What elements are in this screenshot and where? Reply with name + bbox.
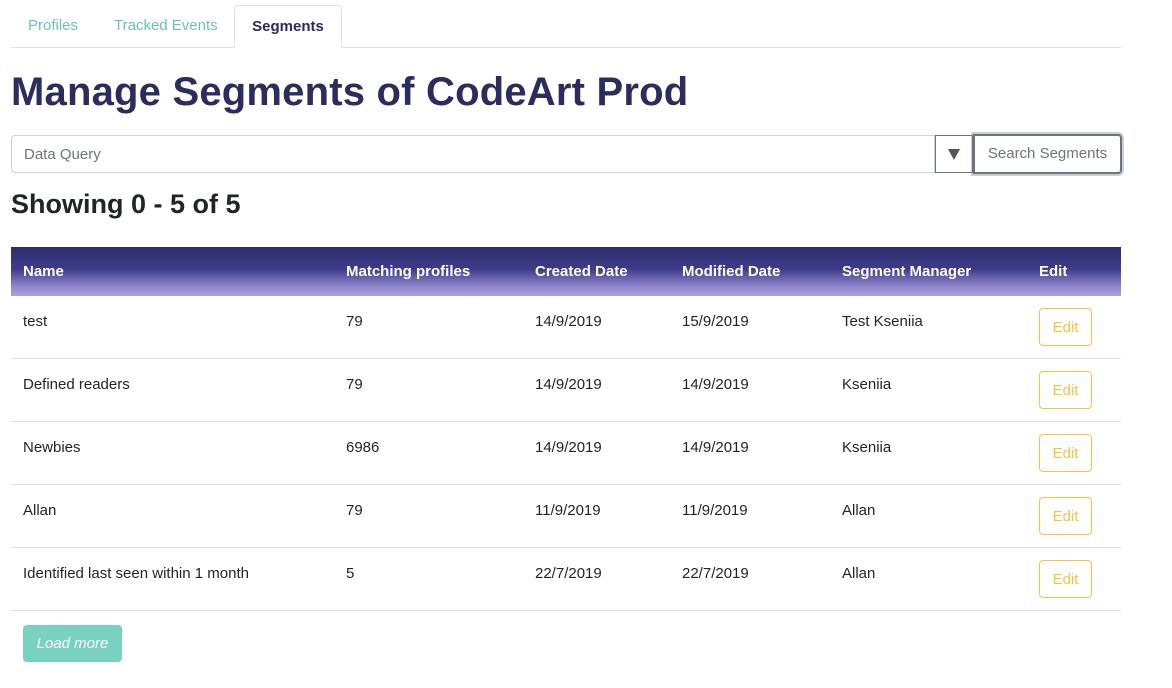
segment-manager: Kseniia bbox=[842, 376, 892, 393]
matching-profiles: 6986 bbox=[346, 439, 380, 456]
header-name[interactable]: Name bbox=[23, 247, 64, 296]
header-modified-date[interactable]: Modified Date bbox=[682, 247, 780, 296]
triangle-down-icon bbox=[948, 148, 960, 160]
header-matching-profiles[interactable]: Matching profiles bbox=[346, 247, 470, 296]
edit-button[interactable]: Edit bbox=[1039, 560, 1092, 598]
edit-button[interactable]: Edit bbox=[1039, 497, 1092, 535]
modified-date: 15/9/2019 bbox=[682, 313, 749, 330]
table-row: Defined readers 79 14/9/2019 14/9/2019 K… bbox=[11, 359, 1121, 422]
segments-table: Name Matching profiles Created Date Modi… bbox=[11, 247, 1121, 611]
created-date: 14/9/2019 bbox=[535, 313, 602, 330]
data-query-input[interactable] bbox=[11, 135, 935, 173]
segment-name: test bbox=[23, 313, 48, 330]
page-title: Manage Segments of CodeArt Prod bbox=[11, 70, 689, 114]
matching-profiles: 79 bbox=[346, 502, 363, 519]
modified-date: 22/7/2019 bbox=[682, 565, 749, 582]
segment-manager: Allan bbox=[842, 565, 876, 582]
created-date: 14/9/2019 bbox=[535, 439, 602, 456]
header-created-date[interactable]: Created Date bbox=[535, 247, 628, 296]
segment-name: Allan bbox=[23, 502, 57, 519]
matching-profiles: 79 bbox=[346, 376, 363, 393]
segment-name: Newbies bbox=[23, 439, 81, 456]
segment-manager: Allan bbox=[842, 502, 876, 519]
header-edit: Edit bbox=[1039, 263, 1068, 280]
modified-date: 14/9/2019 bbox=[682, 439, 749, 456]
segments-page: Profiles Tracked Events Segments Manage … bbox=[0, 0, 1172, 688]
created-date: 11/9/2019 bbox=[535, 502, 601, 519]
table-row: test 79 14/9/2019 15/9/2019 Test Kseniia… bbox=[11, 296, 1121, 359]
matching-profiles: 79 bbox=[346, 313, 363, 330]
table-row: Identified last seen within 1 month 5 22… bbox=[11, 548, 1121, 611]
query-dropdown-button[interactable] bbox=[935, 135, 973, 173]
tab-tracked-events[interactable]: Tracked Events bbox=[114, 5, 218, 46]
segment-manager: Test Kseniia bbox=[842, 313, 923, 330]
tab-profiles[interactable]: Profiles bbox=[28, 5, 78, 46]
segment-manager: Kseniia bbox=[842, 439, 892, 456]
modified-date: 14/9/2019 bbox=[682, 376, 749, 393]
edit-button[interactable]: Edit bbox=[1039, 434, 1092, 472]
segment-name: Identified last seen within 1 month bbox=[23, 565, 249, 582]
table-row: Newbies 6986 14/9/2019 14/9/2019 Kseniia… bbox=[11, 422, 1121, 485]
edit-button[interactable]: Edit bbox=[1039, 308, 1092, 346]
created-date: 22/7/2019 bbox=[535, 565, 602, 582]
modified-date: 11/9/2019 bbox=[682, 502, 748, 519]
table-header: Name Matching profiles Created Date Modi… bbox=[11, 247, 1121, 296]
query-bar: Search Segments bbox=[11, 134, 1122, 174]
edit-button[interactable]: Edit bbox=[1039, 371, 1092, 409]
table-row: Allan 79 11/9/2019 11/9/2019 Allan Edit bbox=[11, 485, 1121, 548]
results-count: Showing 0 - 5 of 5 bbox=[11, 189, 241, 219]
nav-tabs: Profiles Tracked Events Segments bbox=[11, 5, 1121, 48]
segment-name: Defined readers bbox=[23, 376, 130, 393]
load-more-button[interactable]: Load more bbox=[23, 625, 122, 662]
search-segments-button[interactable]: Search Segments bbox=[973, 134, 1122, 174]
header-segment-manager[interactable]: Segment Manager bbox=[842, 247, 971, 296]
tab-segments[interactable]: Segments bbox=[234, 5, 342, 48]
matching-profiles: 5 bbox=[346, 565, 355, 582]
created-date: 14/9/2019 bbox=[535, 376, 602, 393]
